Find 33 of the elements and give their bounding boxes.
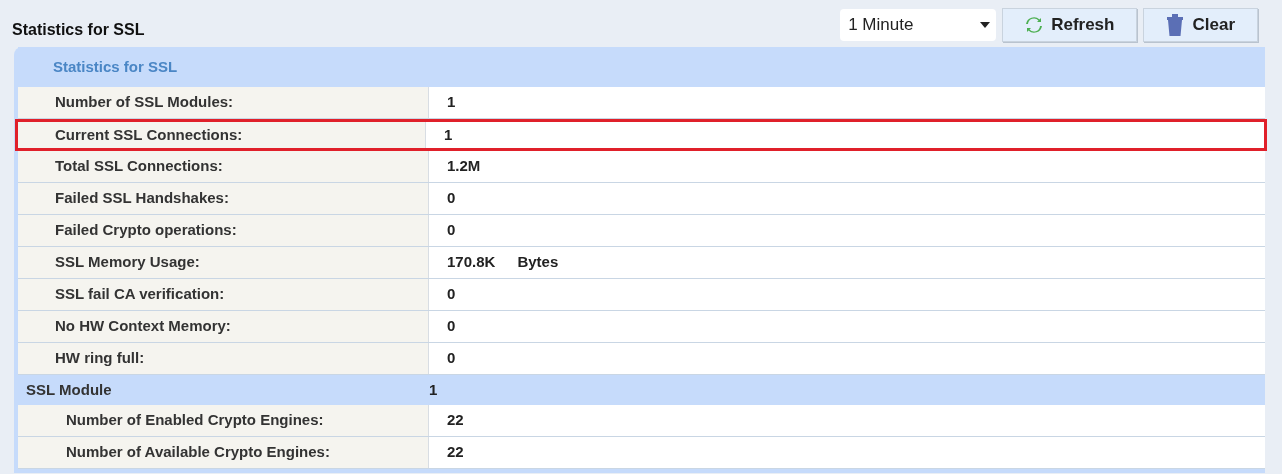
stat-value: 1	[444, 124, 453, 145]
stat-value: 22	[447, 410, 464, 431]
group-label: SSL Module	[25, 379, 113, 400]
stat-label: Failed Crypto operations:	[55, 220, 237, 241]
stat-value: 0	[447, 316, 456, 337]
stat-label: Failed SSL Handshakes:	[55, 188, 229, 209]
stat-value: 0	[447, 188, 456, 209]
stat-value: 170.8K	[447, 252, 496, 273]
stat-value: 0	[447, 284, 456, 305]
trash-icon	[1166, 14, 1185, 36]
stat-label: HW ring full:	[55, 348, 145, 369]
stat-value: 0	[447, 220, 456, 241]
stat-label: Number of Available Crypto Engines:	[66, 442, 330, 463]
stat-label: Total SSL Connections:	[55, 156, 223, 177]
stat-value: 1	[447, 92, 456, 113]
stat-label: No HW Context Memory:	[55, 316, 231, 337]
group-value: 1	[429, 379, 438, 400]
refresh-icon	[1025, 16, 1044, 34]
stat-label: Number of SSL Modules:	[55, 92, 234, 113]
stat-label: SSL Memory Usage:	[55, 252, 200, 273]
interval-dropdown[interactable]: 1 Minute	[840, 9, 997, 41]
clear-button[interactable]: Clear	[1143, 8, 1258, 42]
refresh-button[interactable]: Refresh	[1002, 8, 1138, 42]
stat-value: 0	[447, 348, 456, 369]
caret-icon	[980, 22, 991, 28]
stat-label: SSL fail CA verification:	[55, 284, 225, 305]
stat-label: Number of Enabled Crypto Engines:	[66, 410, 324, 431]
stat-value: 22	[447, 442, 464, 463]
stat-label: Current SSL Connections:	[55, 124, 243, 145]
stat-unit: Bytes	[517, 252, 559, 273]
page-title: Statistics for SSL	[12, 20, 145, 40]
section-heading: Statistics for SSL	[53, 56, 178, 77]
stat-value: 1.2M	[447, 156, 481, 177]
